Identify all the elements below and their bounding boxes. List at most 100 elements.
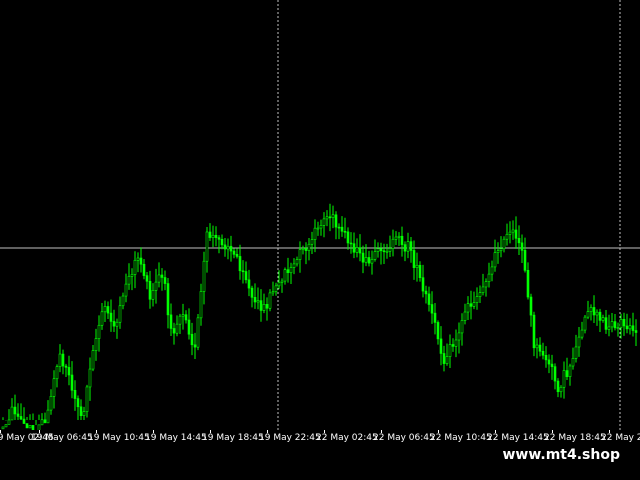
- time-tick-label: 22 May 22:45: [601, 433, 640, 443]
- candle: [130, 268, 134, 291]
- candle: [247, 269, 251, 297]
- candle-body: [559, 386, 563, 393]
- candle: [46, 400, 50, 424]
- candle-body: [253, 297, 257, 303]
- candle-body: [271, 291, 275, 294]
- candle-body: [412, 250, 416, 268]
- candle-body: [160, 274, 164, 278]
- candle-body: [583, 316, 587, 331]
- candle-body: [523, 250, 527, 271]
- candle-body: [565, 370, 569, 377]
- candle-body: [139, 257, 143, 265]
- candle: [10, 398, 14, 421]
- candle: [184, 310, 188, 324]
- candle: [337, 223, 341, 240]
- candle: [406, 232, 410, 259]
- candle-body: [487, 273, 491, 282]
- candle: [493, 239, 497, 272]
- candle: [403, 241, 407, 262]
- candle-body: [217, 237, 221, 240]
- candle-body: [340, 226, 344, 232]
- candle: [541, 342, 545, 360]
- candle-body: [331, 214, 335, 218]
- candle-body: [166, 283, 170, 316]
- candle: [589, 304, 593, 321]
- candle: [73, 380, 77, 411]
- time-tick-label: 22 May 06:45: [373, 433, 435, 443]
- candle-body: [88, 368, 92, 388]
- candle: [166, 278, 170, 329]
- candle-body: [85, 386, 89, 412]
- candle-body: [406, 241, 410, 252]
- candle: [487, 262, 491, 288]
- candle: [442, 345, 446, 372]
- candle-body: [127, 275, 131, 285]
- candle: [292, 258, 296, 275]
- candle-body: [415, 264, 419, 268]
- candle: [127, 263, 131, 290]
- candle-body: [283, 269, 287, 282]
- candle-body: [148, 280, 152, 300]
- time-tick-label: 19 May 22:45: [259, 433, 321, 443]
- candle: [451, 338, 455, 352]
- candle: [556, 378, 560, 398]
- candle-body: [499, 248, 503, 252]
- candle-body: [541, 350, 545, 356]
- candle-body: [622, 318, 626, 327]
- candle-body: [442, 353, 446, 364]
- candle: [145, 272, 149, 290]
- candle: [211, 225, 215, 248]
- candle-body: [205, 231, 209, 262]
- candle-body: [115, 321, 119, 327]
- candle-body: [295, 259, 299, 265]
- candle-body: [118, 305, 122, 323]
- candle-body: [193, 344, 197, 348]
- time-tick-label: 22 May 10:45: [430, 433, 492, 443]
- candle-body: [247, 279, 251, 289]
- candle: [502, 236, 506, 253]
- candle-body: [154, 281, 158, 291]
- price-chart[interactable]: [0, 0, 640, 430]
- candle: [151, 283, 155, 307]
- candle: [205, 226, 209, 273]
- candle: [256, 287, 260, 310]
- candle: [91, 344, 95, 372]
- candle: [133, 251, 137, 289]
- candle-body: [475, 296, 479, 303]
- candle: [622, 312, 626, 336]
- candle-body: [163, 277, 167, 284]
- candle-body: [382, 250, 386, 253]
- candle-body: [496, 250, 500, 253]
- candle-body: [265, 304, 269, 309]
- candlestick-plot[interactable]: [0, 0, 640, 430]
- candle-body: [187, 319, 191, 335]
- candle: [49, 389, 53, 415]
- candle: [496, 242, 500, 264]
- candle: [400, 226, 404, 257]
- candle: [382, 243, 386, 265]
- candle: [343, 217, 347, 239]
- candle-body: [289, 267, 293, 274]
- candle: [238, 244, 242, 280]
- candle-body: [10, 406, 14, 421]
- candle-body: [208, 231, 212, 238]
- candle: [100, 302, 104, 330]
- candle-body: [211, 234, 215, 238]
- candle-body: [571, 358, 575, 367]
- candle: [76, 395, 80, 420]
- candle-body: [229, 245, 233, 252]
- candle: [196, 314, 200, 351]
- candle: [340, 216, 344, 237]
- candle-body: [451, 344, 455, 347]
- candle-body: [577, 336, 581, 348]
- candle: [52, 370, 56, 409]
- candle-body: [310, 239, 314, 245]
- candle-body: [157, 274, 161, 283]
- candle: [268, 289, 272, 312]
- candle: [310, 231, 314, 255]
- candle: [517, 225, 521, 255]
- candle: [22, 407, 26, 424]
- candle-body: [181, 314, 185, 317]
- candle: [544, 346, 548, 368]
- candle-body: [601, 317, 605, 321]
